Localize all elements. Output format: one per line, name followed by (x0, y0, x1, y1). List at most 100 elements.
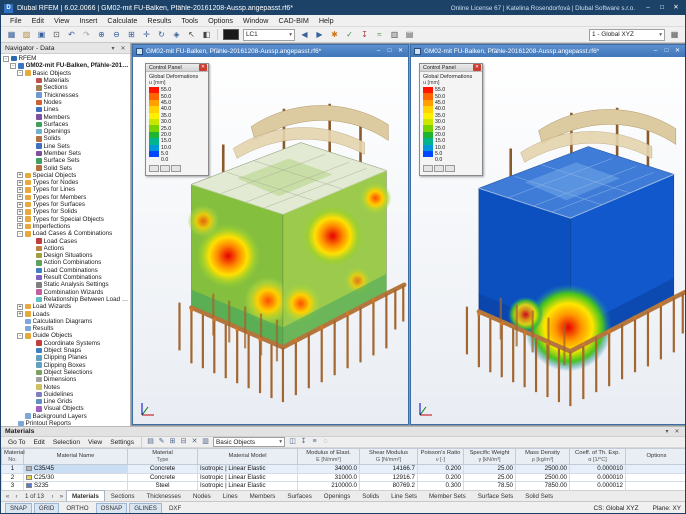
tree-item[interactable]: Solid Sets (1, 164, 130, 171)
check-results-icon[interactable]: ✓ (343, 28, 356, 41)
control-panel-close-icon[interactable]: ✕ (473, 64, 481, 71)
tree-item[interactable]: Guidelines (1, 391, 130, 398)
child-minimize-button[interactable]: – (650, 46, 661, 57)
zoom-out-icon[interactable]: ⊖ (110, 28, 123, 41)
shear-modulus-cell[interactable]: 12916.7 (360, 473, 418, 482)
material-type-cell[interactable]: Steel (128, 482, 198, 490)
column-header[interactable]: Material Type (128, 449, 198, 465)
mass-density-cell[interactable]: 2500.00 (516, 473, 570, 482)
control-panel-close-icon[interactable]: ✕ (199, 64, 207, 71)
modulus-cell[interactable]: 210000.0 (298, 482, 360, 490)
tree-item[interactable]: Clipping Planes (1, 354, 130, 361)
tree-expander[interactable]: + (17, 216, 23, 222)
split-view-icon[interactable]: ◫ (287, 437, 298, 447)
tree-expander[interactable]: - (17, 231, 23, 237)
minimize-button[interactable]: – (641, 2, 655, 14)
menu-view[interactable]: View (49, 15, 74, 26)
tree-expander[interactable]: + (17, 209, 23, 215)
tree-item[interactable]: Coordinate Systems (1, 340, 130, 347)
toggle-snap[interactable]: SNAP (5, 503, 32, 514)
material-number-cell[interactable]: 3 (2, 482, 24, 490)
table-search-icon[interactable]: ◌ (320, 437, 331, 447)
menu-cad-bim[interactable]: CAD-BIM (274, 15, 314, 26)
tree-item[interactable]: + Types for Surfaces (1, 201, 130, 208)
show-loads-icon[interactable]: ↧ (358, 28, 371, 41)
control-panel[interactable]: Control Panel ✕ Global Deformations u [m… (419, 63, 483, 176)
material-model-cell[interactable]: Isotropic | Linear Elastic (198, 482, 298, 490)
specific-weight-cell[interactable]: 25.00 (464, 473, 516, 482)
maximize-button[interactable]: □ (655, 2, 669, 14)
toggle-glines[interactable]: GLINES (129, 503, 162, 514)
tree-item[interactable]: Load Cases (1, 237, 130, 244)
panel-factors-tab[interactable] (434, 165, 444, 172)
zoom-window-icon[interactable]: ⊞ (125, 28, 138, 41)
panel-filter-tab[interactable] (171, 165, 181, 172)
material-number-cell[interactable]: 2 (2, 473, 24, 482)
poisson-ratio-cell[interactable]: 0.300 (418, 482, 464, 490)
options-cell[interactable] (626, 465, 686, 474)
rotate-view-icon[interactable]: ↻ (155, 28, 168, 41)
tables-panel-menu-icon[interactable]: ▾ (662, 428, 672, 435)
tree-item[interactable]: Load Combinations (1, 267, 130, 274)
column-header[interactable]: Poisson's Ratio ν [-] (418, 449, 464, 465)
toggle-dxf[interactable]: DXF (164, 503, 186, 514)
tree-item[interactable]: - Guide Objects (1, 332, 130, 339)
tree-item[interactable]: + Types for Nodes (1, 179, 130, 186)
tree-item[interactable]: Line Sets (1, 143, 130, 150)
menu-file[interactable]: File (5, 15, 27, 26)
tree-item[interactable]: - GM02-mit FU-Balken, Pfähle-20161208-A.… (1, 62, 130, 69)
tree-item[interactable]: + Types for Special Objects (1, 216, 130, 223)
tree-item[interactable]: Action Combinations (1, 259, 130, 266)
shear-modulus-cell[interactable]: 14166.7 (360, 465, 418, 474)
material-model-cell[interactable]: Isotropic | Linear Elastic (198, 473, 298, 482)
tree-item[interactable]: Surfaces (1, 121, 130, 128)
column-header[interactable]: Options (626, 449, 686, 465)
tree-expander[interactable]: - (3, 56, 9, 62)
tree-expander[interactable]: + (17, 180, 23, 186)
panel-color-scale-tab[interactable] (149, 165, 159, 172)
options-cell[interactable] (626, 473, 686, 482)
zoom-in-icon[interactable]: ⊕ (95, 28, 108, 41)
tree-expander[interactable]: + (17, 304, 23, 310)
model-canvas-2[interactable]: Control Panel ✕ Global Deformations u [m… (411, 57, 685, 424)
material-name-cell[interactable]: S235 (24, 482, 128, 490)
child-window-titlebar[interactable]: GM02-mit FU-Balken, Pfähle-20161208-Auss… (411, 45, 685, 57)
render-mode-icon[interactable]: ◧ (200, 28, 213, 41)
tree-item[interactable]: Calculation Diagrams (1, 318, 130, 325)
menu-edit[interactable]: Edit (27, 15, 49, 26)
table-menu-settings[interactable]: Settings (106, 439, 138, 446)
tree-item[interactable]: + Loads (1, 310, 130, 317)
previous-load-case-icon[interactable]: ◀ (298, 28, 311, 41)
tree-item[interactable]: Combination Wizards (1, 289, 130, 296)
child-close-button[interactable]: ✕ (672, 46, 683, 57)
thermal-expansion-cell[interactable]: 0.000012 (570, 482, 626, 490)
tree-item[interactable]: + Special Objects (1, 172, 130, 179)
tree-item[interactable]: Materials (1, 77, 130, 84)
thermal-expansion-cell[interactable]: 0.000010 (570, 465, 626, 474)
tree-item[interactable]: Line Grids (1, 398, 130, 405)
tree-item[interactable]: Design Situations (1, 252, 130, 259)
isometric-view-icon[interactable]: ◈ (170, 28, 183, 41)
toggle-grid[interactable]: GRID (34, 503, 59, 514)
tree-item[interactable]: - RFEM (1, 55, 130, 62)
tree-expander[interactable]: + (17, 187, 23, 193)
add-row-icon[interactable]: ⊞ (167, 437, 178, 447)
tree-item[interactable]: Visual Objects (1, 405, 130, 412)
table-row[interactable]: 3 S235 Steel Isotropic | Linear Elastic … (2, 482, 686, 490)
material-model-cell[interactable]: Isotropic | Linear Elastic (198, 465, 298, 474)
column-header[interactable]: Mass Density ρ [kg/m³] (516, 449, 570, 465)
new-model-icon[interactable]: ▦ (5, 28, 18, 41)
tree-expander[interactable]: + (17, 202, 23, 208)
control-panel-titlebar[interactable]: Control Panel ✕ (420, 64, 482, 72)
tree-expander[interactable]: - (10, 63, 16, 69)
coordinate-system-combo[interactable]: 1 - Global XYZ ▾ (589, 29, 665, 41)
tree-item[interactable]: Solids (1, 135, 130, 142)
tree-item[interactable]: + Types for Solids (1, 208, 130, 215)
tree-item[interactable]: Surface Sets (1, 157, 130, 164)
toggle-osnap[interactable]: OSNAP (96, 503, 128, 514)
first-page-button[interactable]: « (3, 494, 12, 500)
tree-expander[interactable]: + (17, 223, 23, 229)
save-icon[interactable]: ▣ (35, 28, 48, 41)
tree-item[interactable]: - Basic Objects (1, 70, 130, 77)
menu-window[interactable]: Window (238, 15, 274, 26)
